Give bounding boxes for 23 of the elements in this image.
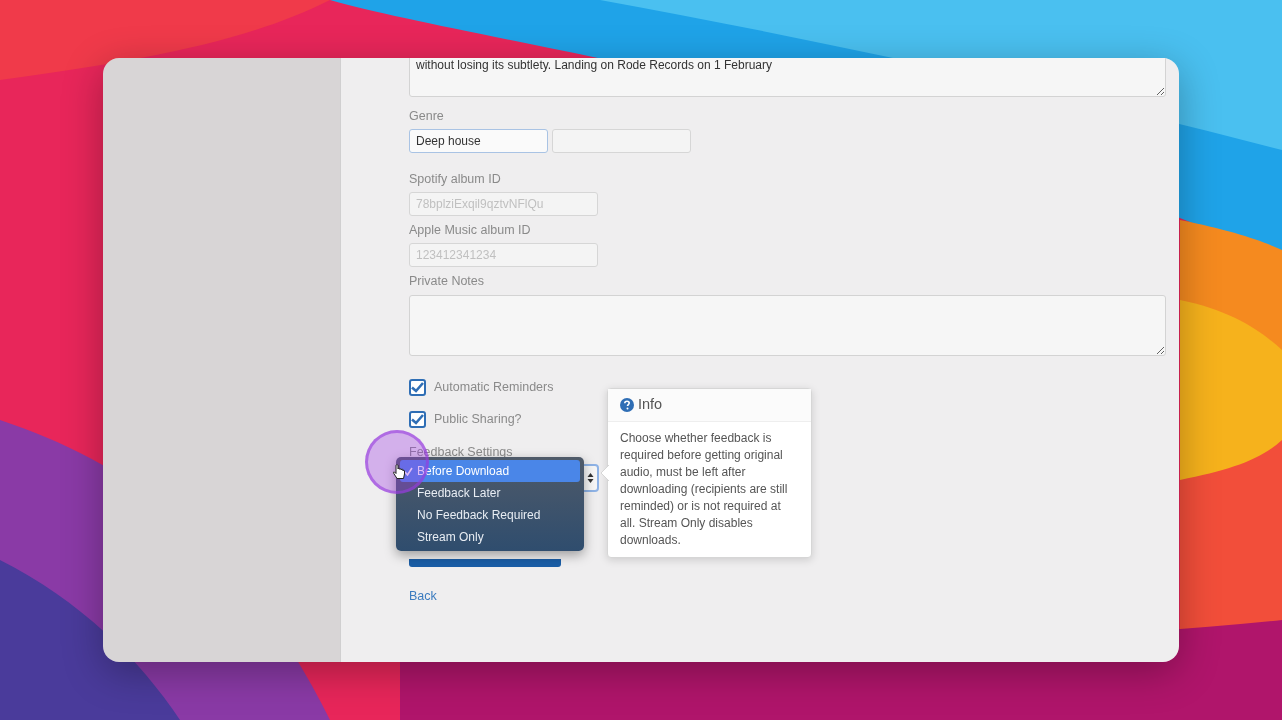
checkbox-label: Automatic Reminders	[434, 379, 554, 396]
field-label: Spotify album ID	[409, 171, 501, 187]
genre-field[interactable]	[552, 129, 691, 153]
field-label: Private Notes	[409, 273, 485, 289]
checkbox-label: Public Sharing?	[434, 410, 522, 428]
checkmark-icon	[404, 467, 413, 477]
back-link[interactable]: Back	[409, 588, 437, 603]
checkbox[interactable]	[409, 410, 426, 428]
field-label: Apple Music album ID	[409, 222, 531, 238]
action-button[interactable]	[409, 558, 561, 567]
popover-title: Info	[638, 395, 663, 414]
dropdown-option[interactable]: No Feedback Required	[400, 504, 580, 526]
checkbox[interactable]	[409, 378, 426, 396]
select-arrows-icon	[587, 471, 594, 484]
help-icon	[620, 397, 634, 412]
dropdown-option[interactable]: Stream Only	[400, 526, 580, 548]
description-field[interactable]: without losing its subtlety. Landing on Rode Records on 1 February	[409, 58, 1166, 97]
private-notes-field[interactable]	[409, 295, 1166, 356]
popover-text: Choose whether feedback is required before getting original audio, must be left after downloading (recipients are still reminded) or is not required at all. Stream Only disables downloads.	[619, 429, 789, 549]
dropdown-option[interactable]: Feedback Later	[400, 482, 580, 504]
field-label: Genre	[409, 108, 444, 124]
genre-field[interactable]: Deep house	[409, 129, 548, 153]
dropdown-option[interactable]: Before Download	[400, 460, 580, 482]
